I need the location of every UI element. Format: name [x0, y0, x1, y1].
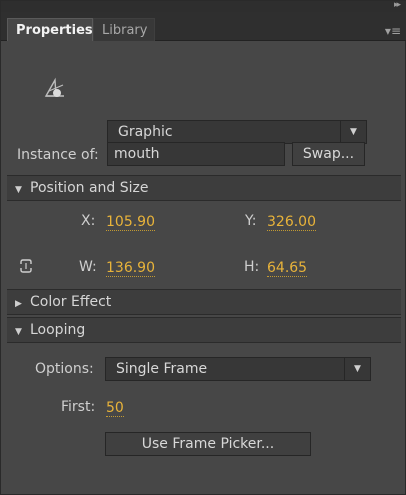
section-title: Color Effect: [30, 294, 112, 310]
looping-options-dropdown[interactable]: Single Frame ▼: [105, 357, 371, 381]
x-label: X:: [81, 213, 96, 229]
use-frame-picker-button[interactable]: Use Frame Picker...: [105, 432, 311, 456]
instance-of-field[interactable]: mouth: [107, 142, 285, 166]
first-frame-value[interactable]: 50: [106, 400, 124, 417]
w-label: W:: [79, 259, 97, 275]
collapse-panel-icon[interactable]: ▸▸: [394, 0, 401, 10]
panel-menu-icon[interactable]: ▾≡: [385, 24, 401, 38]
options-label: Options:: [35, 361, 94, 377]
first-frame-label: First:: [61, 399, 96, 415]
section-position-size[interactable]: ▼ Position and Size: [7, 175, 401, 201]
looping-options-value: Single Frame: [116, 361, 208, 377]
section-title: Looping: [30, 322, 86, 338]
chain-link-icon[interactable]: [19, 259, 33, 273]
panel-tab-strip: Properties Library ▾≡: [1, 12, 406, 41]
section-color-effect[interactable]: ▶ Color Effect: [7, 289, 401, 315]
h-label: H:: [244, 259, 260, 275]
x-value[interactable]: 105.90: [106, 214, 155, 231]
instance-type-value: Graphic: [118, 124, 173, 140]
tab-properties[interactable]: Properties: [7, 18, 93, 41]
y-value[interactable]: 326.00: [267, 214, 316, 231]
expanded-triangle-icon: ▼: [15, 327, 22, 337]
swap-button[interactable]: Swap...: [292, 142, 365, 166]
collapsed-triangle-icon: ▶: [15, 299, 22, 309]
section-looping[interactable]: ▼ Looping: [7, 317, 401, 343]
y-label: Y:: [245, 213, 257, 229]
section-title: Position and Size: [30, 180, 149, 196]
chevron-down-icon: ▼: [340, 121, 366, 143]
h-value[interactable]: 64.65: [267, 260, 308, 277]
graphic-symbol-icon: [44, 77, 64, 97]
chevron-down-icon: ▼: [344, 358, 370, 380]
instance-type-dropdown[interactable]: Graphic ▼: [107, 120, 367, 144]
expanded-triangle-icon: ▼: [15, 185, 22, 195]
tab-library[interactable]: Library: [93, 18, 155, 41]
instance-of-label: Instance of:: [17, 147, 99, 163]
properties-panel: ▸▸ Properties Library ▾≡ Graphic ▼ Insta…: [0, 0, 406, 495]
panel-collapse-bar[interactable]: ▸▸: [1, 0, 406, 12]
w-value[interactable]: 136.90: [106, 260, 155, 277]
